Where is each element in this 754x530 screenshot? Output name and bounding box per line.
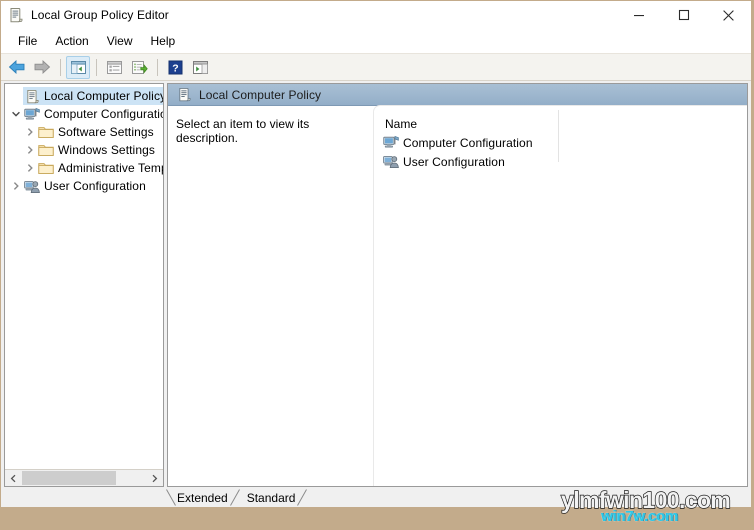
computer-icon [24,106,40,122]
window-title: Local Group Policy Editor [31,8,169,22]
svg-text:?: ? [172,62,178,74]
user-icon [24,178,40,194]
tab-extended[interactable]: Extended [166,488,240,507]
show-action-pane-button[interactable] [188,56,212,79]
main-split-area: Local Computer Policy Computer Configura… [1,81,751,487]
tree-item-software-settings[interactable]: Software Settings [5,123,163,141]
toolbar: ? [1,54,751,81]
list-item-label: Computer Configuration [403,135,533,150]
tree-item-computer-configuration[interactable]: Computer Configuration [5,105,163,123]
properties-button[interactable] [102,56,126,79]
tree-item-label: Local Computer Policy [44,89,163,103]
folder-icon [38,160,54,176]
tree-horizontal-scrollbar[interactable] [5,469,163,486]
local-group-policy-editor-window: Local Group Policy Editor File Action Vi… [0,0,752,508]
help-button[interactable]: ? [163,56,187,79]
chevron-right-icon[interactable] [23,145,37,155]
scroll-left-arrow-icon[interactable] [5,470,22,486]
chevron-right-icon[interactable] [9,181,23,191]
chevron-right-icon[interactable] [23,127,37,137]
show-hide-tree-button[interactable] [66,55,90,79]
tab-left-edge [166,489,176,506]
folder-icon [38,142,54,158]
window-titlebar[interactable]: Local Group Policy Editor [1,1,751,29]
console-tree-icon [70,60,86,74]
menu-item-view[interactable]: View [98,31,142,51]
description-text: Select an item to view its description. [176,117,310,145]
item-list: Computer Configuration User Configuratio… [374,131,747,171]
toolbar-separator [157,58,158,76]
watermark-primary: ylmfwin100.com [560,487,731,513]
item-list-column: Name Computer Configuration User Configu… [373,105,747,486]
window-caption-buttons [616,1,751,29]
left-arrow-icon [8,59,25,75]
question-mark-icon: ? [168,60,182,74]
user-icon [383,154,399,170]
export-list-button[interactable] [127,56,151,79]
description-column: Select an item to view its description. [168,106,373,486]
scrollbar-thumb[interactable] [22,471,117,485]
tree-item-administrative-templates[interactable]: Administrative Templates [5,159,163,177]
content-pane-body: Select an item to view its description. … [168,105,747,486]
properties-window-icon [106,60,122,74]
list-item-computer-configuration[interactable]: Computer Configuration [374,133,747,152]
tree-item-label: Windows Settings [58,143,155,157]
tab-standard[interactable]: Standard [237,488,308,507]
menubar: File Action View Help [1,29,751,54]
export-list-icon [131,60,148,74]
console-tree-pane: Local Computer Policy Computer Configura… [4,83,164,487]
folder-icon [38,124,54,140]
tree-item-user-configuration[interactable]: User Configuration [5,177,163,195]
content-pane-header: Local Computer Policy [168,84,747,106]
menu-item-file[interactable]: File [9,31,46,51]
scrollbar-track[interactable] [22,470,146,486]
minimize-button[interactable] [616,1,661,29]
close-button[interactable] [706,1,751,29]
content-pane: Local Computer Policy Select an item to … [167,83,748,487]
desktop-background: Local Group Policy Editor File Action Vi… [0,0,754,530]
column-header-name[interactable]: Name [374,106,747,131]
tree-item-local-computer-policy[interactable]: Local Computer Policy [5,87,163,105]
tree-item-label: Administrative Templates [58,161,163,175]
forward-button[interactable] [30,56,54,79]
chevron-right-icon[interactable] [23,163,37,173]
tree-item-windows-settings[interactable]: Windows Settings [5,141,163,159]
maximize-button[interactable] [661,1,706,29]
scroll-right-arrow-icon[interactable] [146,470,163,486]
computer-icon [383,135,399,151]
back-button[interactable] [5,56,29,79]
toolbar-separator [60,58,61,76]
tab-label: Extended [177,490,228,505]
list-item-user-configuration[interactable]: User Configuration [374,152,747,171]
right-arrow-icon [34,59,51,75]
menu-item-help[interactable]: Help [142,31,185,51]
tree-item-label: User Configuration [44,179,146,193]
policy-document-icon [176,87,192,103]
tree-item-label: Computer Configuration [44,107,163,121]
policy-document-icon [24,88,40,104]
tab-right-edge [297,489,308,506]
tab-label: Standard [246,490,296,505]
list-item-label: User Configuration [403,154,505,169]
policy-document-icon [8,7,24,23]
action-pane-icon [192,60,208,74]
chevron-down-icon[interactable] [9,109,23,119]
toolbar-separator [96,58,97,76]
column-divider[interactable] [558,110,559,162]
tree-item-label: Software Settings [58,125,154,139]
console-tree: Local Computer Policy Computer Configura… [5,84,163,469]
menu-item-action[interactable]: Action [46,31,97,51]
content-pane-title: Local Computer Policy [199,87,322,102]
